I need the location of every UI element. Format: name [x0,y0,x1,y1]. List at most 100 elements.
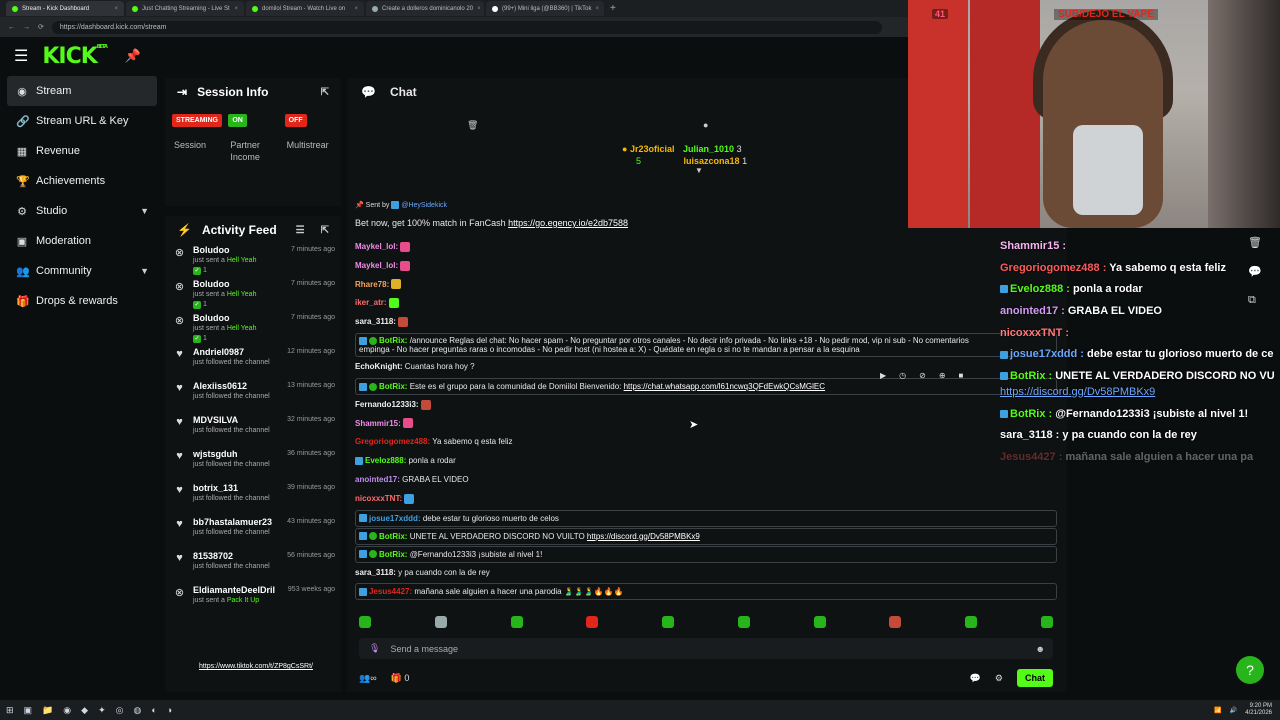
wifi-icon[interactable]: 📶 [1214,707,1221,714]
chat-username[interactable]: Maykel_lol: [355,242,398,251]
url-input[interactable]: https://dashboard.kick.com/stream [51,20,882,34]
chat-username[interactable]: Gregoriogomez488: [355,437,430,446]
ban-icon[interactable]: ⊘ [919,371,926,380]
chat-username[interactable]: Fernando1233i3: [355,400,419,409]
chrome-icon[interactable]: ◉ [63,705,71,716]
close-tab-icon[interactable]: × [234,6,238,12]
sidebar-item-revenue[interactable]: ▦ Revenue [7,136,157,166]
chat-message[interactable]: BotRix: @Fernando1233i3 ¡subiste al nive… [355,545,1057,563]
chat-username[interactable]: josue17xddd: [369,514,421,523]
app-icon[interactable]: ◍ [133,705,141,716]
chat-message[interactable]: Shammir15: [355,415,1057,434]
start-icon[interactable]: ⊞ [6,705,14,716]
pip-icon[interactable]: ⧉ [1248,294,1262,307]
popout-icon[interactable]: ⇱ [321,87,329,98]
menu-icon[interactable]: ☰ [14,46,28,66]
chat-username[interactable]: Shammir15: [355,419,401,428]
popout-icon[interactable]: ⇱ [321,225,329,236]
chat-message[interactable]: sara_3118: [355,313,1057,332]
activity-item[interactable]: ♥ Andriel0987 just followed the channel 12… [173,347,341,380]
gifter-first[interactable]: Jr23oficial [630,144,675,154]
sidebar-item-stream-url-key[interactable]: 🔗 Stream URL & Key [7,106,157,136]
chat-send-button[interactable]: Chat [1017,669,1053,687]
pinned-link[interactable]: https://go.egency.io/e2db7588 [508,218,628,228]
close-tab-icon[interactable]: × [354,6,358,12]
browser-tab[interactable]: Create a dolleros dominicanolo 20 × [366,1,484,16]
session-card[interactable]: STREAMING Session [172,114,228,163]
app-icon[interactable]: ✦ [98,705,106,716]
kick-logo[interactable]: KICKBETA [42,44,108,69]
chat-message[interactable]: iker_atr: [355,294,1057,313]
tiktok-link[interactable]: https://www.tiktok.com/t/ZP8gCsSRt/ [199,662,333,672]
chat-settings-icon[interactable]: 💬 [970,673,981,684]
trash-icon[interactable]: 🗑 [1248,236,1262,249]
scroll-down-icon[interactable]: ▼ [695,166,747,175]
users-icon[interactable]: 👥∞ [359,673,377,684]
sidebar-item-community[interactable]: 👥 Community ▼ [7,256,157,286]
activity-user[interactable]: botrix_131 [193,483,270,494]
chat-message[interactable]: Rhare78: [355,276,1057,295]
chat-username[interactable]: anointed17: [355,475,400,484]
chat-message[interactable]: Fernando1233i3: [355,396,1057,415]
chevron-down-icon[interactable]: ▼ [140,206,149,216]
activity-user[interactable]: bb7hastalamuer23 [193,517,272,528]
send-message-input[interactable]: 🎙 Send a message ☻ [359,638,1053,659]
chat-username[interactable]: Rhare78: [355,280,389,289]
chat-message[interactable]: josue17xddd: debe estar tu glorioso muer… [355,509,1057,527]
play-icon[interactable]: ▶ [880,371,886,380]
chat-message[interactable]: BotRix: UNETE AL VERDADERO DISCORD NO VU… [355,527,1057,545]
gifter-third[interactable]: luisazcona18 [684,156,740,166]
sidebar-item-drops-rewards[interactable]: 🎁 Drops & rewards [7,286,157,316]
chat-message[interactable]: BotRix: /announce Reglas del chat: No ha… [355,332,1057,357]
activity-user[interactable]: Andriel0987 [193,347,270,358]
sidebar-item-stream[interactable]: ◉ Stream [7,76,157,106]
emote-icon[interactable] [662,616,675,628]
chat-username[interactable]: sara_3118: [355,317,396,326]
mic-icon[interactable]: 🎙 [369,643,380,654]
app-icon[interactable]: ◐ [151,705,156,715]
timeout-icon[interactable]: ◷ [899,371,906,380]
delete-icon[interactable]: ■ [959,371,964,380]
emote-icon[interactable] [965,616,978,628]
chat-username[interactable]: iker_atr: [355,298,387,307]
activity-item[interactable]: ♥ Alexiiss0612 just followed the channel 1… [173,381,341,414]
terminal-icon[interactable]: ▣ [24,705,33,716]
chevron-down-icon[interactable]: ▼ [140,266,149,276]
chat-message[interactable]: anointed17: GRABA EL VIDEO [355,471,1057,490]
activity-item[interactable]: ⊗ EldiamanteDeelDril just sent a Pack It U… [173,585,341,618]
sidebar-item-studio[interactable]: ⚙ Studio ▼ [7,196,157,226]
gifter-second[interactable]: Julian_1010 [683,144,734,154]
close-tab-icon[interactable]: × [114,6,118,12]
emote-icon[interactable] [359,616,371,628]
activity-user[interactable]: wjstsgduh [193,449,270,460]
emoji-icon[interactable]: ☻ [1036,644,1045,654]
emote-icon[interactable] [1040,616,1053,628]
chat-message[interactable]: Gregoriogomez488: Ya sabemo q esta feliz [355,433,1057,452]
filter-icon[interactable]: ☰ [296,225,305,236]
new-tab-icon[interactable]: + [610,3,616,14]
folder-icon[interactable]: 📁 [42,705,53,716]
chat-message[interactable]: Maykel_lol: [355,238,1057,257]
close-tab-icon[interactable]: × [596,6,600,12]
emote-icon[interactable] [434,616,447,628]
chat-message[interactable]: sara_3118: y pa cuando con la de rey [355,564,1057,583]
multistream-card[interactable]: OFF Multistrear [284,114,341,163]
activity-item[interactable]: ♥ botrix_131 just followed the channel 39 … [173,483,341,516]
activity-item[interactable]: ⊗ Boludoo just sent a Hell Yeah ✓ 17 minute… [173,245,341,278]
activity-user[interactable]: Alexiiss0612 [193,381,270,392]
activity-item[interactable]: ♥ 81538702 just followed the channel 56 mi… [173,551,341,584]
activity-item[interactable]: ♥ MDVSILVA just followed the channel 32 mi… [173,415,341,448]
gear-icon[interactable]: ⚙ [995,673,1003,684]
close-tab-icon[interactable]: × [477,6,481,12]
activity-user[interactable]: Boludoo [193,313,256,324]
emote-icon[interactable] [510,616,523,628]
chat-bubble-icon[interactable]: 💬 [1248,265,1262,278]
app-icon[interactable]: ◑ [167,705,172,715]
browser-tab[interactable]: Just Chatting Streaming - Live St × [126,1,244,16]
emote-icon[interactable] [889,616,902,628]
pin-icon[interactable]: 📌 [125,48,141,64]
chat-username[interactable]: Jesus4427: [369,587,412,596]
activity-user[interactable]: Boludoo [193,279,256,290]
message-icon[interactable]: ● [703,120,708,130]
help-button[interactable]: ? [1236,656,1264,684]
